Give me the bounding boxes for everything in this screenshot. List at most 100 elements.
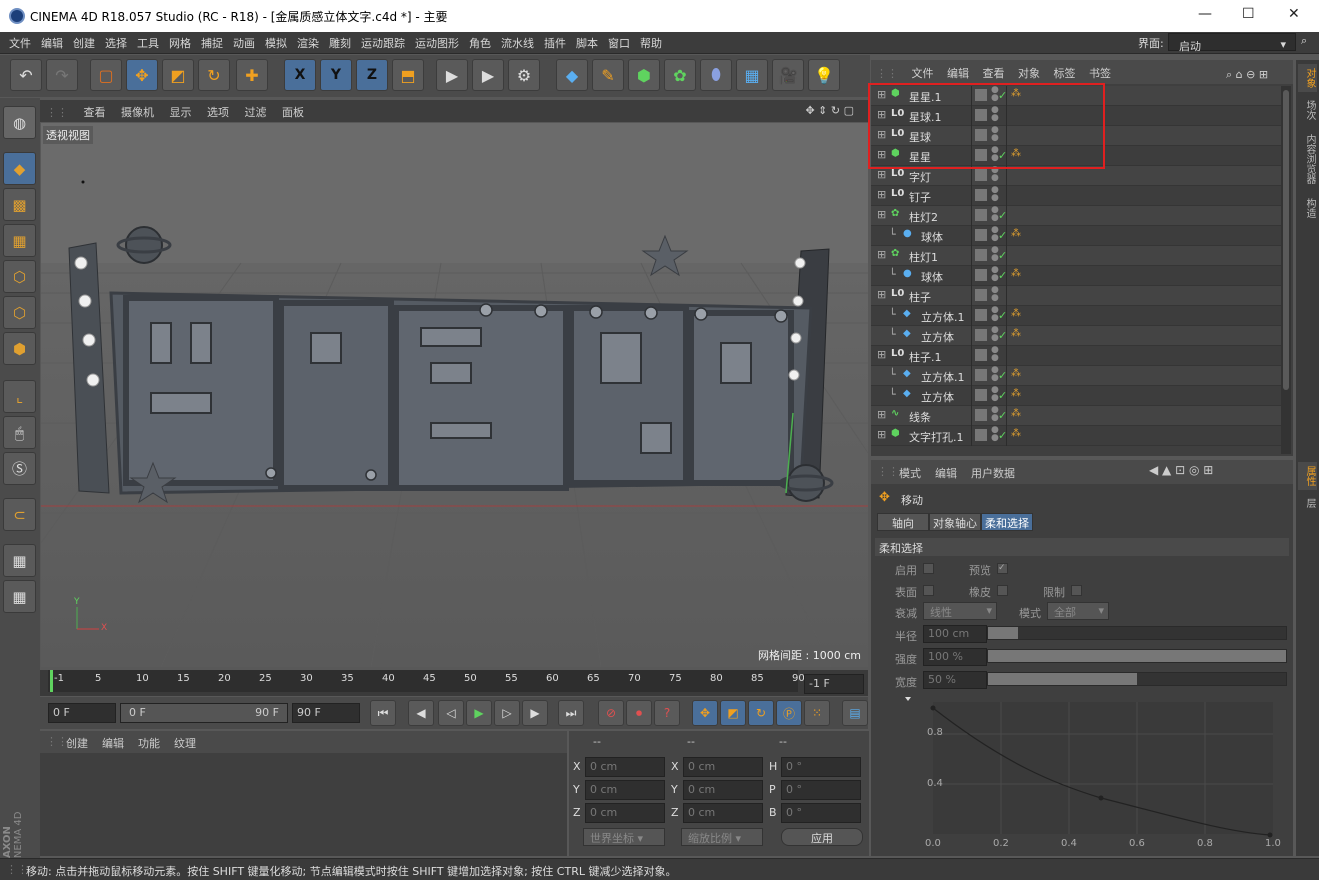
y-axis-icon[interactable]: Y	[320, 59, 352, 91]
coord-field[interactable]: 0 cm	[585, 757, 665, 777]
menu-item-13[interactable]: 角色	[464, 32, 496, 51]
key-pla-icon[interactable]: ⁙	[804, 700, 830, 726]
visibility-dots-icon[interactable]: ● ●	[991, 346, 999, 363]
menu-item-11[interactable]: 运动跟踪	[356, 32, 410, 51]
tab-structure[interactable]: 构造	[1298, 194, 1317, 222]
enabled-check-icon[interactable]: ✓	[998, 269, 1007, 282]
rotate-icon[interactable]: ↻	[198, 59, 230, 91]
falloff-select[interactable]: 线性 ▾	[923, 602, 997, 620]
menu-item-6[interactable]: 捕捉	[196, 32, 228, 51]
expand-icon[interactable]: └	[889, 368, 896, 381]
attr-menu-edit[interactable]: 编辑	[935, 465, 957, 481]
falloff-curve-graph[interactable]: 0.8 0.4 0.0 0.2 0.4 0.6 0.8 1.0	[905, 694, 1285, 854]
object-row[interactable]: ⊞ ✿ 柱灯2 ● ● ✓	[871, 206, 1281, 226]
menu-item-1[interactable]: 编辑	[36, 32, 68, 51]
viewport-menu-display[interactable]: 显示	[164, 100, 198, 124]
render-settings-icon[interactable]: ⚙	[508, 59, 540, 91]
enabled-check-icon[interactable]: ✓	[998, 329, 1007, 342]
preview-checkbox[interactable]: ✓	[997, 563, 1008, 574]
layer-icon[interactable]	[975, 309, 987, 321]
viewport-menu-view[interactable]: 查看	[78, 100, 112, 124]
layer-icon[interactable]	[975, 169, 987, 181]
live-select-icon[interactable]: ▢	[90, 59, 122, 91]
polygons-mode-icon[interactable]: ⬢	[3, 332, 36, 365]
radius-slider[interactable]	[987, 626, 1287, 640]
snap-icon[interactable]: Ⓢ	[3, 452, 36, 485]
cube-icon[interactable]: ◆	[556, 59, 588, 91]
playhead[interactable]	[50, 670, 53, 692]
tab-layers[interactable]: 层	[1298, 494, 1317, 512]
strength-field[interactable]: 100 %	[923, 648, 987, 666]
enabled-check-icon[interactable]: ✓	[998, 249, 1007, 262]
render-picture-viewer-icon[interactable]: ▶	[472, 59, 504, 91]
record-icon[interactable]: ⊘	[598, 700, 624, 726]
material-tag-icon[interactable]: ⁂	[1011, 388, 1021, 399]
layer-icon[interactable]	[975, 289, 987, 301]
coord-field[interactable]: 0 °	[781, 780, 861, 800]
coord-field[interactable]: 0 cm	[585, 803, 665, 823]
object-row[interactable]: ⊞ L0 字灯 ● ●	[871, 166, 1281, 186]
scale-icon[interactable]: ◩	[162, 59, 194, 91]
add-icon[interactable]: ✚	[236, 59, 268, 91]
play-icon[interactable]: ▶	[466, 700, 492, 726]
light-icon[interactable]: 💡	[808, 59, 840, 91]
layer-icon[interactable]	[975, 209, 987, 221]
enabled-check-icon[interactable]: ✓	[998, 229, 1007, 242]
layer-icon[interactable]	[975, 429, 987, 441]
layer-icon[interactable]	[975, 389, 987, 401]
texture-mode-icon[interactable]: ▩	[3, 188, 36, 221]
attr-nav-icon[interactable]: ◀ ▲ ⊡ ◎ ⊞	[1149, 463, 1213, 477]
menu-item-10[interactable]: 雕刻	[324, 32, 356, 51]
keyframe-help-icon[interactable]: ?	[654, 700, 680, 726]
enabled-check-icon[interactable]: ✓	[998, 389, 1007, 402]
tab-takes[interactable]: 场次	[1298, 96, 1317, 124]
material-menu-edit[interactable]: 编辑	[102, 735, 124, 751]
material-tag-icon[interactable]: ⁂	[1011, 268, 1021, 279]
expand-icon[interactable]: ⊞	[877, 208, 886, 221]
key-parameter-icon[interactable]: Ⓟ	[776, 700, 802, 726]
coord-field[interactable]: 0 cm	[683, 757, 763, 777]
tab-objects[interactable]: 对象	[1298, 64, 1317, 92]
go-to-end-icon[interactable]: ⏭	[558, 700, 584, 726]
apply-button[interactable]: 应用	[781, 828, 863, 846]
material-tag-icon[interactable]: ⁂	[1011, 308, 1021, 319]
attr-menu-userdata[interactable]: 用户数据	[971, 465, 1015, 481]
menu-item-8[interactable]: 模拟	[260, 32, 292, 51]
object-row[interactable]: ⊞ L0 柱子.1 ● ●	[871, 346, 1281, 366]
width-field[interactable]: 50 %	[923, 671, 987, 689]
rubber-checkbox[interactable]	[997, 585, 1008, 596]
layer-icon[interactable]	[975, 329, 987, 341]
next-key-icon[interactable]: ▶	[522, 700, 548, 726]
current-frame-field[interactable]: -1 F	[804, 674, 864, 694]
render-view-icon[interactable]: ▶	[436, 59, 468, 91]
key-scale-icon[interactable]: ◩	[720, 700, 746, 726]
tab-soft-selection[interactable]: 柔和选择	[981, 513, 1033, 531]
objmgr-scrollbar[interactable]	[1281, 86, 1291, 454]
object-row[interactable]: └ ● 球体 ● ● ✓ ⁂	[871, 226, 1281, 246]
menu-item-12[interactable]: 运动图形	[410, 32, 464, 51]
layer-icon[interactable]	[975, 229, 987, 241]
enabled-check-icon[interactable]: ✓	[998, 369, 1007, 382]
object-row[interactable]: ⊞ L0 柱子 ● ●	[871, 286, 1281, 306]
coord-field[interactable]: 0 °	[781, 803, 861, 823]
deformer-icon[interactable]: ⬮	[700, 59, 732, 91]
enabled-check-icon[interactable]: ✓	[998, 209, 1007, 222]
layer-icon[interactable]	[975, 269, 987, 281]
undo-icon[interactable]: ↶	[10, 59, 42, 91]
expand-icon[interactable]: ⊞	[877, 428, 886, 441]
make-editable-icon[interactable]: ◍	[3, 106, 36, 139]
maximize-button[interactable]: ☐	[1242, 6, 1255, 22]
object-row[interactable]: ⊞ ∿ 线条 ● ● ✓ ⁂	[871, 406, 1281, 426]
coord-field[interactable]: 0 °	[781, 757, 861, 777]
material-tag-icon[interactable]: ⁂	[1011, 368, 1021, 379]
layer-icon[interactable]	[975, 349, 987, 361]
menu-item-2[interactable]: 创建	[68, 32, 100, 51]
tweak-mode-icon[interactable]: 🖱	[3, 416, 36, 449]
visibility-dots-icon[interactable]: ● ●	[991, 186, 999, 203]
menu-item-14[interactable]: 流水线	[496, 32, 539, 51]
menu-item-16[interactable]: 脚本	[571, 32, 603, 51]
surface-checkbox[interactable]	[923, 585, 934, 596]
planar-workplane-icon[interactable]: ▦	[3, 580, 36, 613]
object-row[interactable]: └ ◆ 立方体.1 ● ● ✓ ⁂	[871, 366, 1281, 386]
layer-icon[interactable]	[975, 189, 987, 201]
